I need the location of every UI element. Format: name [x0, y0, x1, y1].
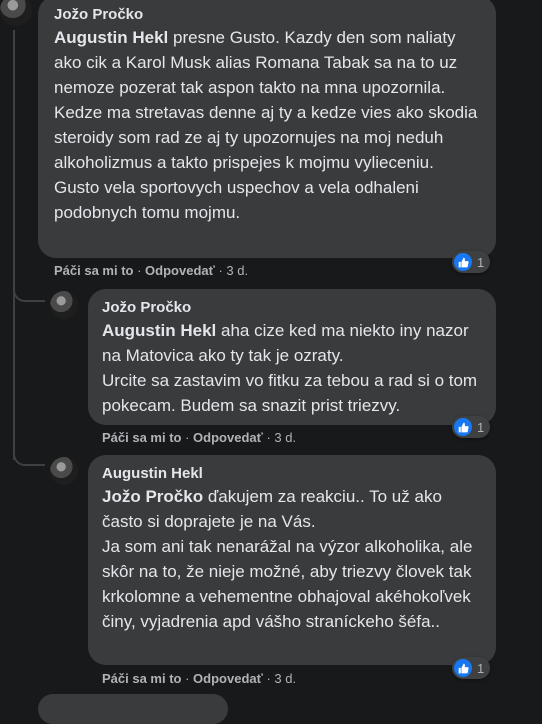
separator: · [133, 263, 146, 278]
comment-author[interactable]: Augustin Hekl [102, 465, 482, 482]
reply-button[interactable]: Odpovedať [145, 263, 215, 278]
comment-author[interactable]: Jožo Pročko [102, 299, 482, 316]
timestamp[interactable]: 3 d. [274, 671, 296, 686]
mention-link[interactable]: Augustin Hekl [102, 321, 216, 340]
separator: · [181, 671, 194, 686]
mention-link[interactable]: Augustin Hekl [54, 28, 168, 47]
avatar[interactable] [50, 457, 78, 485]
comment-author[interactable]: Jožo Pročko [54, 6, 482, 23]
reaction-count[interactable]: 1 [452, 251, 491, 273]
like-button[interactable]: Páči sa mi to [102, 430, 181, 445]
comment-bubble: Augustin Hekl Jožo Pročko ďakujem za rea… [88, 455, 496, 665]
reaction-count[interactable]: 1 [452, 416, 491, 438]
thread-line-curve-1 [13, 284, 45, 302]
mention-link[interactable]: Jožo Pročko [102, 487, 203, 506]
comment-body: presne Gusto. Kazdy den som naliaty ako … [54, 28, 478, 222]
comment-text: Augustin Hekl aha cize ked ma niekto iny… [102, 318, 482, 418]
reaction-count[interactable]: 1 [452, 657, 491, 679]
separator: · [214, 263, 227, 278]
thread-line-curve-2 [13, 448, 45, 466]
comment-actions: Páči sa mi to · Odpovedať · 3 d. [102, 671, 296, 686]
like-button[interactable]: Páči sa mi to [54, 263, 133, 278]
timestamp[interactable]: 3 d. [226, 263, 248, 278]
reaction-count-label: 1 [477, 660, 485, 676]
reply-button[interactable]: Odpovedať [193, 671, 263, 686]
comment-bubble: Jožo Pročko Augustin Hekl presne Gusto. … [38, 0, 496, 258]
comment-text: Jožo Pročko ďakujem za reakciu.. To už a… [102, 484, 482, 634]
thumbs-up-icon [454, 659, 472, 677]
avatar[interactable] [50, 291, 78, 319]
like-button[interactable]: Páči sa mi to [102, 671, 181, 686]
thumbs-up-icon [454, 253, 472, 271]
separator: · [181, 430, 194, 445]
thread-line-vertical [13, 30, 15, 460]
reply-button[interactable]: Odpovedať [193, 430, 263, 445]
comment-bubble: Jožo Pročko Augustin Hekl aha cize ked m… [88, 289, 496, 425]
comment-text: Augustin Hekl presne Gusto. Kazdy den so… [54, 25, 482, 225]
separator: · [262, 671, 275, 686]
comment-actions: Páči sa mi to · Odpovedať · 3 d. [54, 263, 248, 278]
avatar[interactable] [0, 0, 32, 26]
reaction-count-label: 1 [477, 419, 485, 435]
reaction-count-label: 1 [477, 254, 485, 270]
separator: · [262, 430, 275, 445]
comment-actions: Páči sa mi to · Odpovedať · 3 d. [102, 430, 296, 445]
timestamp[interactable]: 3 d. [274, 430, 296, 445]
comment-body: ďakujem za reakciu.. To už ako často si … [102, 487, 473, 631]
thumbs-up-icon [454, 418, 472, 436]
next-comment-bubble [38, 694, 228, 724]
